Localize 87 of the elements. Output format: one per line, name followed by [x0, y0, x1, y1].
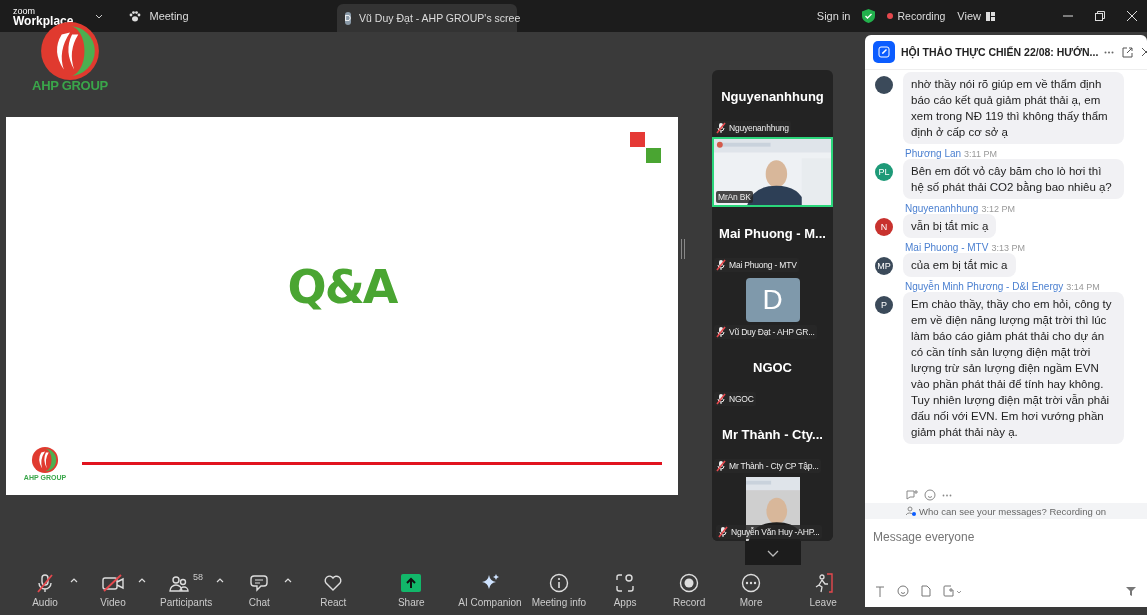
- participant-name: Mai Phuong - M...: [719, 226, 826, 241]
- caret-icon[interactable]: [70, 578, 78, 583]
- view-button[interactable]: View: [957, 10, 981, 22]
- message-time: 3:13 PM: [991, 243, 1025, 253]
- record-icon: [679, 573, 700, 593]
- more-button[interactable]: More: [730, 572, 773, 608]
- message-bubble: nhờ thầy nói rõ giúp em về thẩm định báo cáo kết quả giảm phát thải ạ, em xem trong NĐ 119 thì không thấy thẩm định ở cấp cơ sở ạ: [903, 72, 1124, 144]
- sign-in-link[interactable]: Sign in: [816, 10, 851, 22]
- edit-icon[interactable]: [873, 41, 895, 63]
- avatar: D: [745, 277, 800, 322]
- record-button[interactable]: Record: [668, 572, 711, 608]
- avatar: MP: [875, 257, 893, 275]
- caret-icon[interactable]: [138, 578, 146, 583]
- people-icon: [906, 506, 917, 516]
- participant-name: Nguyenanhhung: [721, 89, 824, 104]
- participant-label: Vũ Duy Đạt - AHP GR...: [714, 325, 817, 339]
- participant-label: Mr Thành - Cty CP Tập...: [714, 459, 821, 473]
- participant-name: NGOC: [753, 360, 792, 375]
- participant-label: Mai Phuong - MTV: [714, 258, 799, 272]
- sender-name: Nguyenanhhung: [905, 203, 979, 214]
- slide-title: Q&A: [287, 260, 397, 314]
- app-logo-text: zoom: [13, 6, 36, 16]
- logo-text: AHP GROUP: [32, 78, 108, 93]
- sender-name: Mai Phuong - MTV: [905, 242, 989, 253]
- muted-mic-icon: [716, 326, 726, 338]
- message-time: 3:14 PM: [1066, 282, 1100, 292]
- video-button[interactable]: Video: [92, 572, 134, 608]
- participant-label: Nguyenanhhung: [714, 121, 791, 135]
- squares-icon: [630, 132, 662, 164]
- share-button[interactable]: Share: [390, 572, 433, 608]
- leave-icon: [813, 573, 834, 593]
- logo-icon: [31, 446, 59, 474]
- muted-mic-icon: [718, 526, 728, 538]
- message-time: 3:11 PM: [964, 149, 997, 159]
- heart-icon: [323, 573, 344, 593]
- pop-out-icon[interactable]: [1122, 46, 1134, 58]
- participant-label: Nguyễn Văn Huy -AHP...: [716, 525, 822, 539]
- more-icon[interactable]: [1104, 50, 1115, 54]
- sender-name: Nguyễn Minh Phương - D&I Energy: [905, 281, 1064, 292]
- shield-icon: [862, 9, 876, 23]
- leave-button[interactable]: Leave: [802, 572, 845, 608]
- message-bubble: Em chào thầy, thầy cho em hỏi, công ty em về điện năng lượng mặt trời thì lúc làm báo cáo giảm phát thải cho dự án có cần tính sản lượng điện mặt trời lượng trừ sản lượng điện ngầm EVN vào phần phát thải để tính hay không. Tuy nhiên lượng điện mặt trời vẫn phải đấu nối với EVN. Em hơi vướng phần giảm phát thải này ạ.: [903, 292, 1124, 444]
- avatar: N: [875, 218, 893, 236]
- audio-button[interactable]: Audio: [24, 572, 66, 608]
- caret-icon[interactable]: [95, 13, 104, 19]
- chat-icon: [249, 573, 270, 593]
- avatar: PL: [875, 163, 893, 181]
- file-icon[interactable]: [921, 585, 931, 597]
- muted-mic-icon: [716, 259, 726, 271]
- more-icon[interactable]: [942, 493, 952, 497]
- resize-handle[interactable]: [681, 239, 685, 259]
- participant-count: 58: [193, 572, 204, 582]
- message-bubble: vẫn bị tắt mic ạ: [903, 214, 997, 238]
- meeting-tab[interactable]: Meeting: [149, 10, 189, 22]
- avatar: P: [875, 296, 893, 314]
- screenshot-icon[interactable]: [943, 585, 961, 597]
- participant-label: MrAn BK: [716, 191, 753, 203]
- apps-icon: [615, 573, 636, 593]
- restore-icon[interactable]: [1095, 11, 1105, 21]
- people-icon: [169, 573, 190, 593]
- info-icon: [548, 573, 569, 593]
- recording-indicator[interactable]: Recording: [887, 10, 946, 22]
- sender-name: Phương Lan: [905, 148, 962, 159]
- react-button[interactable]: React: [312, 572, 355, 608]
- app-logo-text: Workplace: [13, 16, 74, 26]
- message-bubble: Bên em đốt vỏ cây băm cho lò hơi thì hệ số phát thải CO2 bằng bao nhiêu ạ?: [903, 159, 1124, 199]
- share-screen-icon: [401, 574, 422, 592]
- muted-mic-icon: [716, 393, 726, 405]
- chat-button[interactable]: Chat: [238, 572, 281, 608]
- muted-mic-icon: [716, 122, 726, 134]
- apps-button[interactable]: Apps: [604, 572, 647, 608]
- ai-button[interactable]: AI Companion: [458, 572, 522, 608]
- participants-button[interactable]: 58 Participants: [160, 572, 213, 608]
- chat-title: HỘI THẢO THỰC CHIẾN 22/08: HƯỚN...: [901, 46, 1099, 58]
- emoji-icon[interactable]: [897, 585, 909, 597]
- caret-icon[interactable]: [216, 578, 225, 583]
- paw-icon: [129, 10, 142, 22]
- grid-icon: [986, 11, 995, 21]
- chevron-down-icon: [766, 549, 779, 557]
- more-icon: [741, 573, 762, 593]
- participant-name: Mr Thành - Cty...: [722, 427, 823, 442]
- info-button[interactable]: Meeting info: [531, 572, 587, 608]
- participant-label: NGOC: [714, 392, 756, 406]
- muted-mic-icon: [716, 460, 726, 472]
- message-time: 3:12 PM: [981, 204, 1015, 214]
- caret-icon[interactable]: [284, 578, 293, 583]
- message-bubble: của em bị tắt mic a: [903, 253, 1016, 277]
